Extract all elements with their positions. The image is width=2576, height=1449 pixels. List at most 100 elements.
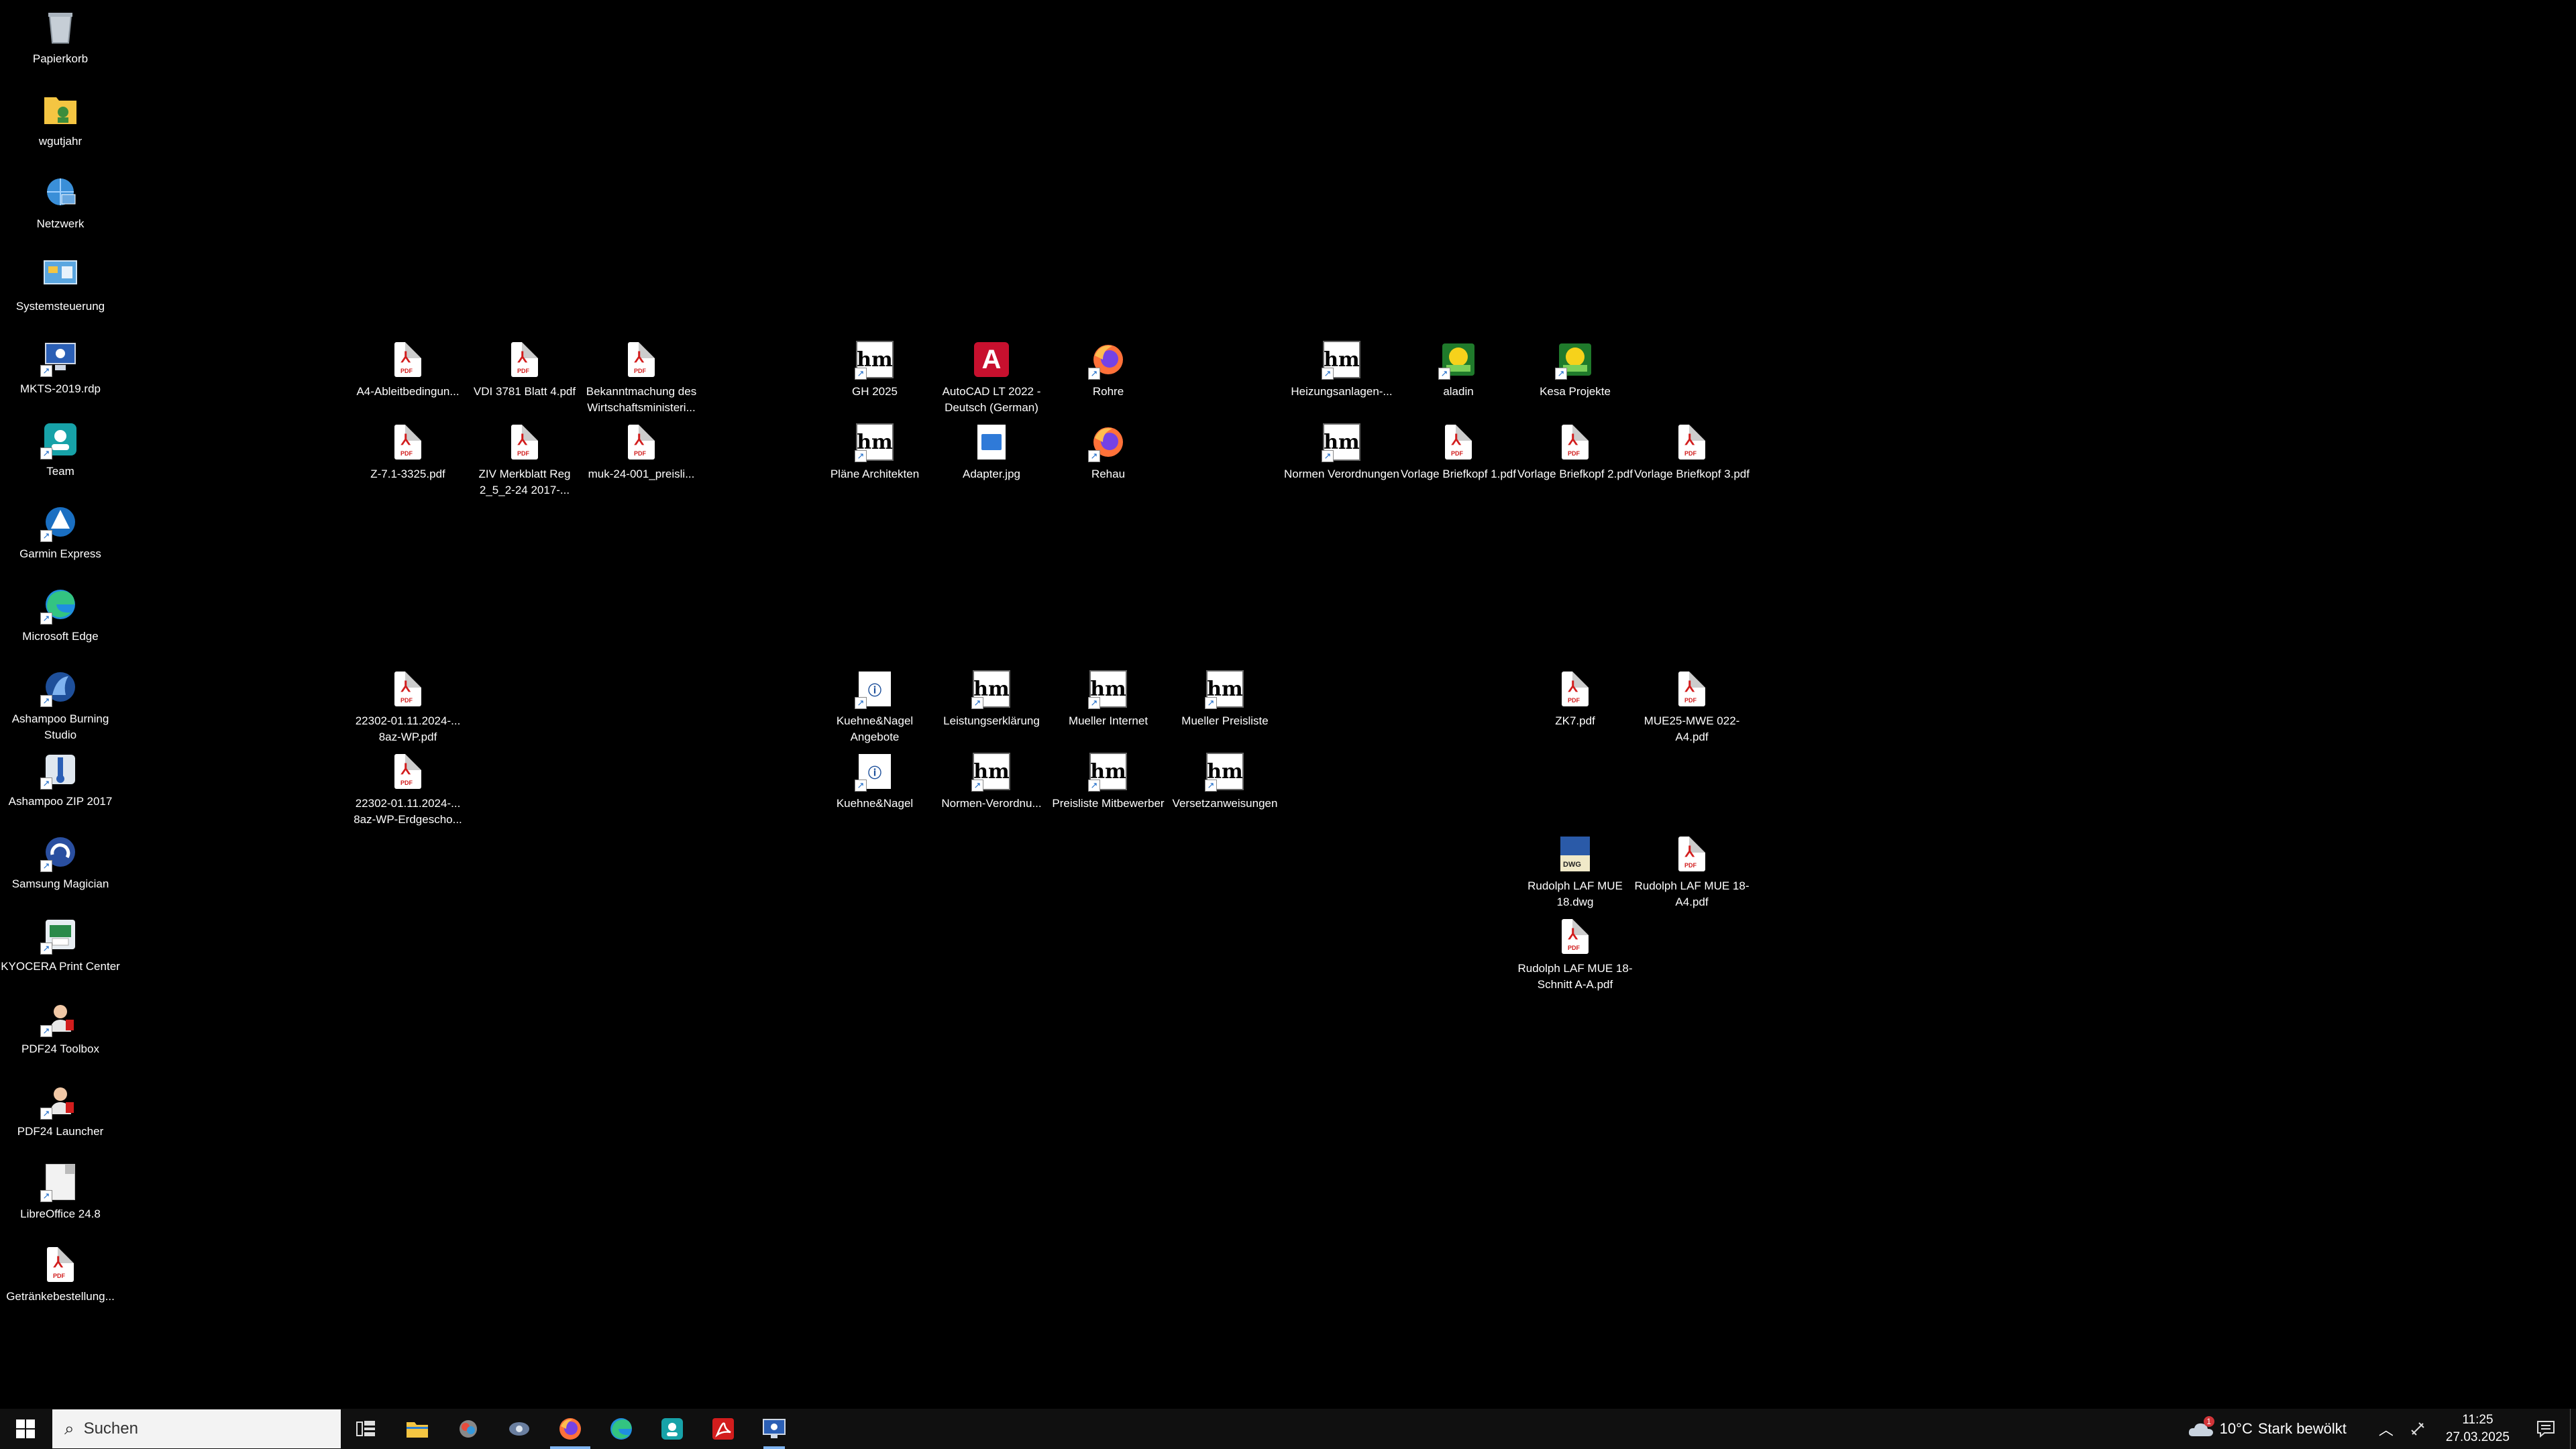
desktop-icon[interactable]: ↗ PDF24 Launcher (0, 1078, 121, 1140)
desktop-icon-label: Microsoft Edge (22, 630, 99, 643)
desktop-icon[interactable]: ↗ Rohre (1048, 338, 1169, 400)
desktop-icon[interactable]: ⅄ PDF Rudolph LAF MUE 18-A4.pdf (1631, 833, 1752, 910)
desktop-icon[interactable]: ↗ KYOCERA Print Center (0, 913, 121, 975)
desktop-icon-label: VDI 3781 Blatt 4.pdf (473, 385, 576, 398)
desktop-icon[interactable]: ↗ Ashampoo ZIP 2017 (0, 748, 121, 810)
desktop-icon[interactable]: ⅄ PDF Vorlage Briefkopf 3.pdf (1631, 421, 1752, 482)
desktop-icon[interactable]: ⅄ PDF muk-24-001_preisli... (581, 421, 702, 482)
desktop-icon[interactable]: ⓘ ↗ Kuehne&Nagel (814, 750, 935, 812)
pdf-icon: ⅄ PDF (1437, 421, 1480, 464)
taskbar-app-2[interactable] (494, 1409, 545, 1449)
desktop-icon[interactable]: hm ↗ Leistungserklärung (931, 667, 1052, 729)
pdf-icon: ⅄ PDF (39, 1243, 82, 1286)
desktop-icon[interactable]: hm ↗ Versetzanweisungen (1165, 750, 1285, 812)
desktop-icon[interactable]: ⅄ PDF Z-7.1-3325.pdf (347, 421, 468, 482)
taskbar-app-1[interactable] (443, 1409, 494, 1449)
team-app-icon (661, 1418, 683, 1440)
desktop-icon[interactable]: ↗ aladin (1398, 338, 1519, 400)
desktop-icon[interactable]: DWG Rudolph LAF MUE 18.dwg (1515, 833, 1635, 910)
libreoffice-icon: ↗ (39, 1161, 82, 1203)
desktop-icon-label: aladin (1443, 385, 1474, 398)
pdf-icon: ⅄ PDF (386, 421, 429, 464)
task-view-button[interactable] (341, 1409, 392, 1449)
desktop-icon[interactable]: ⅄ PDF 22302-01.11.2024-... 8az-WP.pdf (347, 667, 468, 745)
desktop-icon[interactable]: hm ↗ Mueller Internet (1048, 667, 1169, 729)
autocad-icon: A (970, 338, 1013, 381)
desktop-icon-label: Mueller Preisliste (1181, 714, 1269, 727)
desktop-icon[interactable]: ↗ Rehau (1048, 421, 1169, 482)
hm-folder-icon: hm ↗ (1087, 750, 1130, 793)
desktop-icon[interactable]: ⅄ PDF ZIV Merkblatt Reg 2_5_2-24 2017-... (464, 421, 585, 498)
desktop-icon[interactable]: hm ↗ Mueller Preisliste (1165, 667, 1285, 729)
hm-folder-icon: hm ↗ (970, 667, 1013, 710)
edge-icon: ↗ (39, 583, 82, 626)
weather-widget[interactable]: 1 10°C Stark bewölkt (2180, 1416, 2355, 1439)
desktop-icon[interactable]: ⅄ PDF Vorlage Briefkopf 2.pdf (1515, 421, 1635, 482)
desktop-icon[interactable]: ⅄ PDF 22302-01.11.2024-... 8az-WP-Erdgesch… (347, 750, 468, 828)
pdf-icon: ⅄ PDF (1670, 833, 1713, 875)
desktop-icon-label: Systemsteuerung (15, 300, 105, 313)
pdf-icon: ⅄ PDF (503, 338, 546, 381)
taskbar-team-app[interactable] (647, 1409, 698, 1449)
pdf-icon: ⅄ PDF (1670, 421, 1713, 464)
desktop-icon[interactable]: hm ↗ Normen Verordnungen (1281, 421, 1402, 482)
firefox-shortcut-icon: ↗ (1087, 338, 1130, 381)
desktop-icon[interactable]: A AutoCAD LT 2022 - Deutsch (German) (931, 338, 1052, 416)
desktop-icon[interactable]: ⅄ PDF Vorlage Briefkopf 1.pdf (1398, 421, 1519, 482)
taskbar-file-explorer[interactable] (392, 1409, 443, 1449)
search-box[interactable]: ⌕ Suchen (52, 1409, 341, 1448)
desktop-icon[interactable]: Netzwerk (0, 170, 121, 232)
desktop-icon[interactable]: Systemsteuerung (0, 253, 121, 315)
desktop-icon-label: MKTS-2019.rdp (20, 382, 101, 395)
desktop-icon[interactable]: hm ↗ Heizungsanlagen-... (1281, 338, 1402, 400)
search-placeholder: Suchen (83, 1419, 138, 1438)
clock[interactable]: 11:25 27.03.2025 (2434, 1411, 2522, 1446)
network-status-button[interactable] (2402, 1421, 2434, 1437)
desktop-icon[interactable]: ↗ Kesa Projekte (1515, 338, 1635, 400)
desktop-icon-label: Garmin Express (19, 547, 101, 560)
desktop-icon[interactable]: Adapter.jpg (931, 421, 1052, 482)
system-tray: 1 10°C Stark bewölkt ︿ 11:25 27.03.2025 (2180, 1409, 2576, 1449)
desktop-icon-label: Adapter.jpg (962, 468, 1020, 480)
taskbar-acrobat[interactable] (698, 1409, 749, 1449)
taskbar-edge[interactable] (596, 1409, 647, 1449)
desktop-icon[interactable]: hm ↗ Preisliste Mitbewerber (1048, 750, 1169, 812)
clock-time: 11:25 (2462, 1413, 2493, 1427)
desktop-icon[interactable]: ↗ Ashampoo Burning Studio (0, 665, 121, 743)
garmin-icon: ↗ (39, 500, 82, 543)
desktop-icon[interactable]: wgutjahr (0, 88, 121, 150)
desktop-icon-label: Getränkebestellung... (6, 1290, 115, 1303)
start-button[interactable] (0, 1409, 51, 1449)
team-app-icon: ↗ (39, 418, 82, 461)
desktop-icon[interactable]: ⅄ PDF MUE25-MWE 022-A4.pdf (1631, 667, 1752, 745)
desktop-icon[interactable]: ⓘ ↗ Kuehne&Nagel Angebote (814, 667, 935, 745)
file-explorer-icon (407, 1422, 428, 1438)
desktop-icon[interactable]: Papierkorb (0, 5, 121, 67)
pdf-icon: ⅄ PDF (1670, 667, 1713, 710)
desktop-icon[interactable]: ↗ Microsoft Edge (0, 583, 121, 645)
desktop-icon[interactable]: ↗ Garmin Express (0, 500, 121, 562)
taskbar-remote-desktop[interactable] (749, 1409, 800, 1449)
edge-icon (610, 1418, 632, 1440)
show-desktop-button[interactable] (2570, 1409, 2576, 1449)
desktop-icon[interactable]: ↗ Team (0, 418, 121, 480)
desktop-icon[interactable]: hm ↗ Normen-Verordnu... (931, 750, 1052, 812)
desktop-icon[interactable]: ↗ LibreOffice 24.8 (0, 1161, 121, 1222)
desktop-icon[interactable]: ↗ Samsung Magician (0, 830, 121, 892)
desktop-icon[interactable]: hm ↗ Pläne Architekten (814, 421, 935, 482)
desktop-icon[interactable]: ⅄ PDF Getränkebestellung... (0, 1243, 121, 1305)
desktop-icon[interactable]: ⅄ PDF A4-Ableitbedingun... (347, 338, 468, 400)
notification-center-button[interactable] (2522, 1420, 2570, 1438)
desktop-icon[interactable]: ⅄ PDF ZK7.pdf (1515, 667, 1635, 729)
desktop-icon-label: Vorlage Briefkopf 3.pdf (1633, 468, 1750, 480)
weather-condition: Stark bewölkt (2257, 1420, 2347, 1437)
desktop-icon[interactable]: ⅄ PDF Bekanntmachung des Wirtschaftsminist… (581, 338, 702, 416)
desktop-icon[interactable]: hm ↗ GH 2025 (814, 338, 935, 400)
pdf-icon: ⅄ PDF (620, 421, 663, 464)
taskbar-firefox[interactable] (545, 1409, 596, 1449)
desktop-icon[interactable]: ⅄ PDF VDI 3781 Blatt 4.pdf (464, 338, 585, 400)
show-hidden-icons-button[interactable]: ︿ (2371, 1418, 2402, 1440)
desktop-icon[interactable]: ⅄ PDF Rudolph LAF MUE 18-Schnitt A-A.pdf (1515, 915, 1635, 993)
desktop-icon[interactable]: ↗ MKTS-2019.rdp (0, 335, 121, 397)
desktop-icon[interactable]: ↗ PDF24 Toolbox (0, 996, 121, 1057)
